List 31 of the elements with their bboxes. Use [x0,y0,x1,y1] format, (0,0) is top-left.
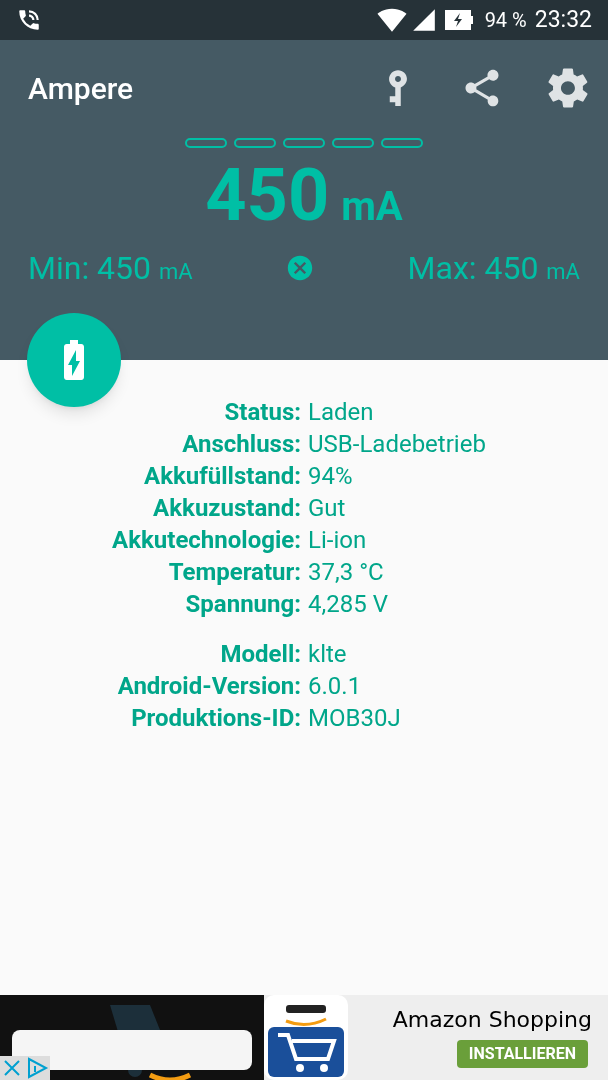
info-value: Gut [308,493,346,524]
ad-title: Amazon Shopping [392,1006,592,1034]
info-value: 37,3 °C [308,557,384,588]
info-label: Temperatur: [167,557,301,588]
info-label: Status: [223,397,301,428]
info-value: MOB30J [308,703,401,734]
info-value: Laden [308,397,374,428]
info-label: Modell: [219,639,301,670]
info-value: klte [308,639,347,670]
info-label: Android-Version: [116,671,301,702]
current-value: 450 [205,160,330,232]
info-label: Anschluss: [181,429,301,460]
clock: 23:32 [534,4,592,35]
info-value: USB-Ladebetrieb [308,429,486,460]
info-label: Akkuzustand: [152,493,301,524]
max-reading: Max: 450 mA [407,248,580,289]
info-value: Li-ion [308,525,367,556]
info-label: Spannung: [184,589,301,620]
signal-icon [410,7,437,33]
app-title: Ampere [28,69,135,108]
phone-call-icon [16,7,42,33]
info-label: Produktions-ID: [130,703,301,734]
info-value: 94% [308,461,353,492]
info-label: Akkufüllstand: [143,461,301,492]
info-label: Akkutechnologie: [111,525,301,556]
current-unit: mA [341,187,403,227]
min-reading: Min: 450 mA [28,248,193,289]
info-value: 4,285 V [308,589,388,620]
battery-percent: 94 % [484,7,527,34]
info-value: 6.0.1 [308,671,362,702]
battery-icon [444,10,473,30]
